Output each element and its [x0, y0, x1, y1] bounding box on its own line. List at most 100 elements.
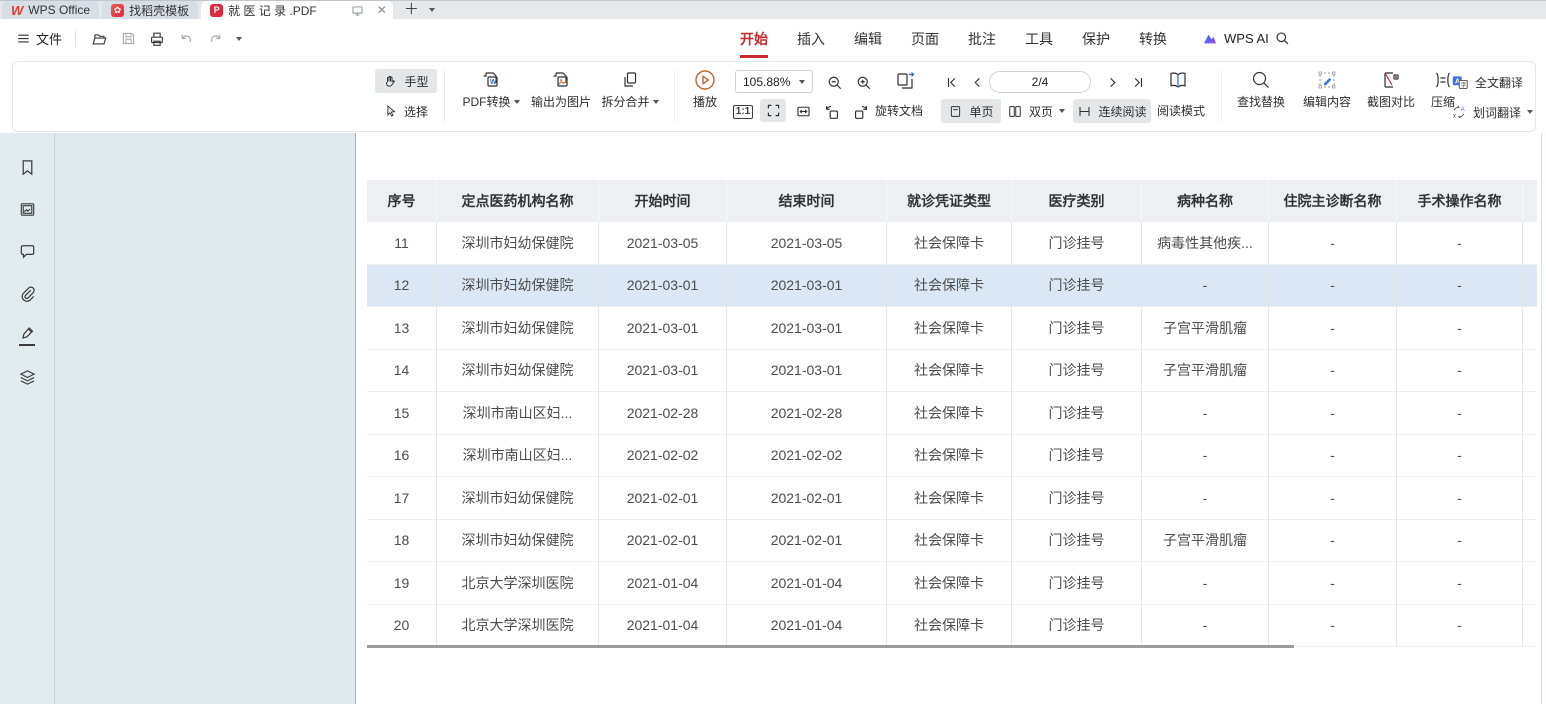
- tab-document-pdf[interactable]: P 就 医 记 录 .PDF ✕: [201, 1, 393, 19]
- table-cell-end: 2021-02-01: [727, 477, 887, 520]
- table-row[interactable]: 19北京大学深圳医院2021-01-042021-01-04社会保障卡门诊挂号-…: [367, 562, 1537, 605]
- table-cell-pad: [1523, 477, 1537, 520]
- table-row[interactable]: 13深圳市妇幼保健院2021-03-012021-03-01社会保障卡门诊挂号子…: [367, 307, 1537, 350]
- screenshot-compare-label: 截图对比: [1367, 93, 1415, 110]
- print-icon[interactable]: [147, 29, 167, 49]
- select-tool-button[interactable]: 选择: [375, 99, 437, 123]
- single-page-button[interactable]: 单页: [941, 99, 1001, 123]
- ribbon-tab-4[interactable]: 批注: [968, 29, 996, 49]
- next-page-button[interactable]: [1099, 71, 1125, 94]
- actual-size-button[interactable]: 1:1: [730, 100, 756, 123]
- edit-content-button[interactable]: 编辑内容: [1295, 68, 1359, 110]
- first-page-button[interactable]: [938, 71, 964, 94]
- rotate-pages-button[interactable]: [891, 70, 921, 93]
- ribbon-tab-1[interactable]: 插入: [797, 29, 825, 49]
- table-cell-org: 深圳市南山区妇...: [437, 392, 599, 435]
- last-page-button[interactable]: [1125, 71, 1151, 94]
- quick-access-chevron-icon[interactable]: [236, 37, 242, 41]
- table-cell-diag: -: [1269, 350, 1397, 393]
- rotate-doc-button[interactable]: 旋转文档: [875, 102, 923, 119]
- table-body: 11深圳市妇幼保健院2021-03-052021-03-05社会保障卡门诊挂号病…: [367, 222, 1537, 647]
- layers-icon[interactable]: [15, 365, 39, 389]
- double-page-label: 双页: [1029, 103, 1053, 120]
- pdf-convert-label: PDF转换: [462, 93, 510, 110]
- wps-ai-button[interactable]: WPS AI: [1202, 19, 1269, 58]
- ribbon-search-icon[interactable]: [1274, 19, 1291, 58]
- edit-content-icon: [1316, 68, 1338, 92]
- page-indicator-input[interactable]: 2/4: [989, 71, 1091, 93]
- table-cell-cert: 社会保障卡: [887, 222, 1012, 265]
- table-cell-start: 2021-03-01: [599, 350, 727, 393]
- screenshot-compare-button[interactable]: 截图对比: [1359, 68, 1423, 110]
- ribbon-tab-7[interactable]: 转换: [1139, 29, 1167, 49]
- close-tab-icon[interactable]: ✕: [377, 3, 387, 17]
- read-mode-button[interactable]: 阅读模式: [1157, 102, 1205, 119]
- word-translate-button[interactable]: xA 划词翻译: [1451, 101, 1533, 123]
- ribbon-tab-3[interactable]: 页面: [911, 29, 939, 49]
- vertical-scrollbar[interactable]: [1541, 133, 1546, 704]
- comment-icon[interactable]: [15, 239, 39, 263]
- table-cell-disease: 子宫平滑肌瘤: [1142, 307, 1269, 350]
- prev-page-button[interactable]: [964, 71, 990, 94]
- tab-list-chevron-icon[interactable]: [429, 8, 435, 12]
- undo-icon[interactable]: [176, 29, 196, 49]
- wps-pdf-window: W WPS Office ✿ 找稻壳模板 P 就 医 记 录 .PDF ✕ ＋ …: [0, 0, 1546, 704]
- table-row[interactable]: 16深圳市南山区妇...2021-02-022021-02-02社会保障卡门诊挂…: [367, 435, 1537, 478]
- hand-tool-button[interactable]: 手型: [375, 69, 437, 93]
- table-horizontal-scrollbar[interactable]: [367, 645, 1294, 648]
- table-cell-org: 深圳市南山区妇...: [437, 435, 599, 478]
- table-cell-pad: [1523, 350, 1537, 393]
- redo-icon[interactable]: [205, 29, 225, 49]
- table-cell-op: -: [1397, 605, 1523, 648]
- double-page-button[interactable]: 双页: [1007, 99, 1065, 123]
- save-icon[interactable]: [118, 29, 138, 49]
- table-cell-cert: 社会保障卡: [887, 520, 1012, 563]
- zoom-in-icon: [855, 74, 873, 92]
- bookmark-icon[interactable]: [15, 155, 39, 179]
- attachment-icon[interactable]: [15, 281, 39, 305]
- tab-docer-templates[interactable]: ✿ 找稻壳模板: [102, 1, 198, 19]
- table-cell-diag: -: [1269, 520, 1397, 563]
- file-menu-button[interactable]: 文件: [16, 29, 62, 48]
- thumbnails-icon[interactable]: [15, 197, 39, 221]
- fit-page-button[interactable]: [760, 99, 786, 122]
- table-cell-disease: -: [1142, 435, 1269, 478]
- ribbon-tab-6[interactable]: 保护: [1082, 29, 1110, 49]
- fit-width-button[interactable]: [790, 100, 816, 123]
- table-row[interactable]: 11深圳市妇幼保健院2021-03-052021-03-05社会保障卡门诊挂号病…: [367, 222, 1537, 265]
- tab-wps-office[interactable]: W WPS Office: [2, 1, 99, 19]
- table-cell-start: 2021-03-01: [599, 307, 727, 350]
- table-row[interactable]: 18深圳市妇幼保健院2021-02-012021-02-01社会保障卡门诊挂号子…: [367, 520, 1537, 563]
- zoom-level-dropdown[interactable]: 105.88%: [735, 70, 813, 93]
- document-area[interactable]: 序号定点医药机构名称开始时间结束时间就诊凭证类型医疗类别病种名称住院主诊断名称手…: [356, 133, 1546, 704]
- new-tab-icon[interactable]: ＋: [404, 2, 419, 17]
- ribbon-tab-0[interactable]: 开始: [740, 29, 768, 49]
- table-row[interactable]: 17深圳市妇幼保健院2021-02-012021-02-01社会保障卡门诊挂号-…: [367, 477, 1537, 520]
- table-row[interactable]: 14深圳市妇幼保健院2021-03-012021-03-01社会保障卡门诊挂号子…: [367, 350, 1537, 393]
- zoom-level-value: 105.88%: [743, 75, 790, 89]
- table-header-cell: 定点医药机构名称: [437, 180, 599, 222]
- table-cell-cert: 社会保障卡: [887, 307, 1012, 350]
- zoom-in-button[interactable]: [851, 71, 877, 94]
- table-cell-org: 深圳市妇幼保健院: [437, 350, 599, 393]
- zoom-out-button[interactable]: [822, 71, 848, 94]
- ribbon-tab-5[interactable]: 工具: [1025, 29, 1053, 49]
- table-cell-pad: [1523, 307, 1537, 350]
- table-row[interactable]: 20北京大学深圳医院2021-01-042021-01-04社会保障卡门诊挂号-…: [367, 605, 1537, 648]
- present-monitor-icon[interactable]: [348, 0, 368, 20]
- ribbon-tab-2[interactable]: 编辑: [854, 29, 882, 49]
- table-cell-cat: 门诊挂号: [1012, 520, 1142, 563]
- table-cell-end: 2021-03-01: [727, 265, 887, 308]
- continuous-read-button[interactable]: 连续阅读: [1073, 99, 1151, 123]
- split-merge-button[interactable]: 拆分合并: [590, 68, 670, 110]
- rotate-left-button[interactable]: [819, 100, 845, 123]
- table-row[interactable]: 15深圳市南山区妇...2021-02-282021-02-28社会保障卡门诊挂…: [367, 392, 1537, 435]
- sidebar-panel[interactable]: [55, 133, 356, 704]
- signature-icon[interactable]: [15, 323, 39, 347]
- find-replace-button[interactable]: 查找替换: [1229, 68, 1293, 110]
- play-button[interactable]: 播放: [681, 68, 729, 110]
- full-translate-button[interactable]: A字 全文翻译: [1451, 71, 1523, 93]
- rotate-right-button[interactable]: [848, 100, 874, 123]
- open-folder-icon[interactable]: [89, 29, 109, 49]
- table-row[interactable]: 12深圳市妇幼保健院2021-03-012021-03-01社会保障卡门诊挂号-…: [367, 265, 1537, 308]
